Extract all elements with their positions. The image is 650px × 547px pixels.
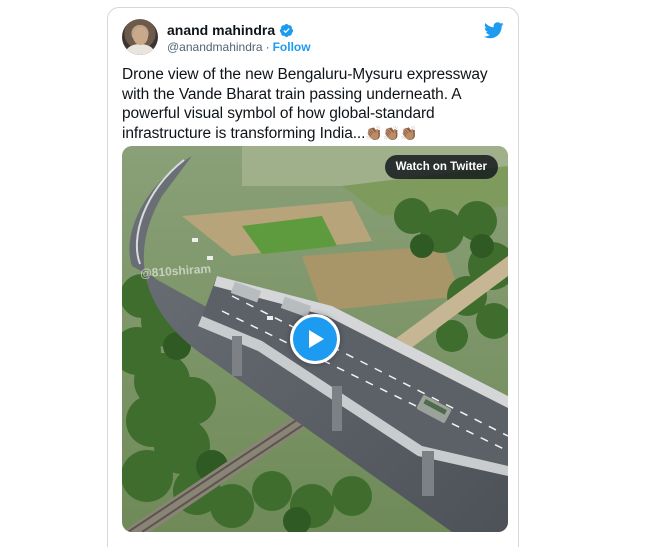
embedded-tweet-card: anand mahindra @anandmahindra · Follow D… <box>107 7 519 547</box>
avatar-face <box>133 27 148 45</box>
avatar-shirt <box>126 44 154 55</box>
author-handle-row: @anandmahindra · Follow <box>167 40 311 54</box>
watch-on-twitter-button[interactable]: Watch on Twitter <box>384 155 498 179</box>
clapping-hands-icon: 👏🏽👏🏽👏🏽 <box>365 124 418 141</box>
author-name-row: anand mahindra <box>167 22 294 38</box>
follow-button[interactable]: Follow <box>273 40 311 54</box>
play-icon <box>309 330 324 348</box>
author-handle[interactable]: @anandmahindra <box>167 40 263 54</box>
separator-dot: · <box>265 40 270 54</box>
video-thumbnail[interactable]: @810shiram Watch on Twitter <box>122 146 508 532</box>
verified-badge-icon <box>280 23 294 37</box>
tweet-body: Drone view of the new Bengaluru-Mysuru e… <box>122 66 488 142</box>
tweet-text: Drone view of the new Bengaluru-Mysuru e… <box>122 65 514 143</box>
twitter-bird-icon[interactable] <box>484 22 504 39</box>
play-button[interactable] <box>290 314 340 364</box>
avatar[interactable] <box>122 19 158 55</box>
author-display-name[interactable]: anand mahindra <box>167 22 275 38</box>
